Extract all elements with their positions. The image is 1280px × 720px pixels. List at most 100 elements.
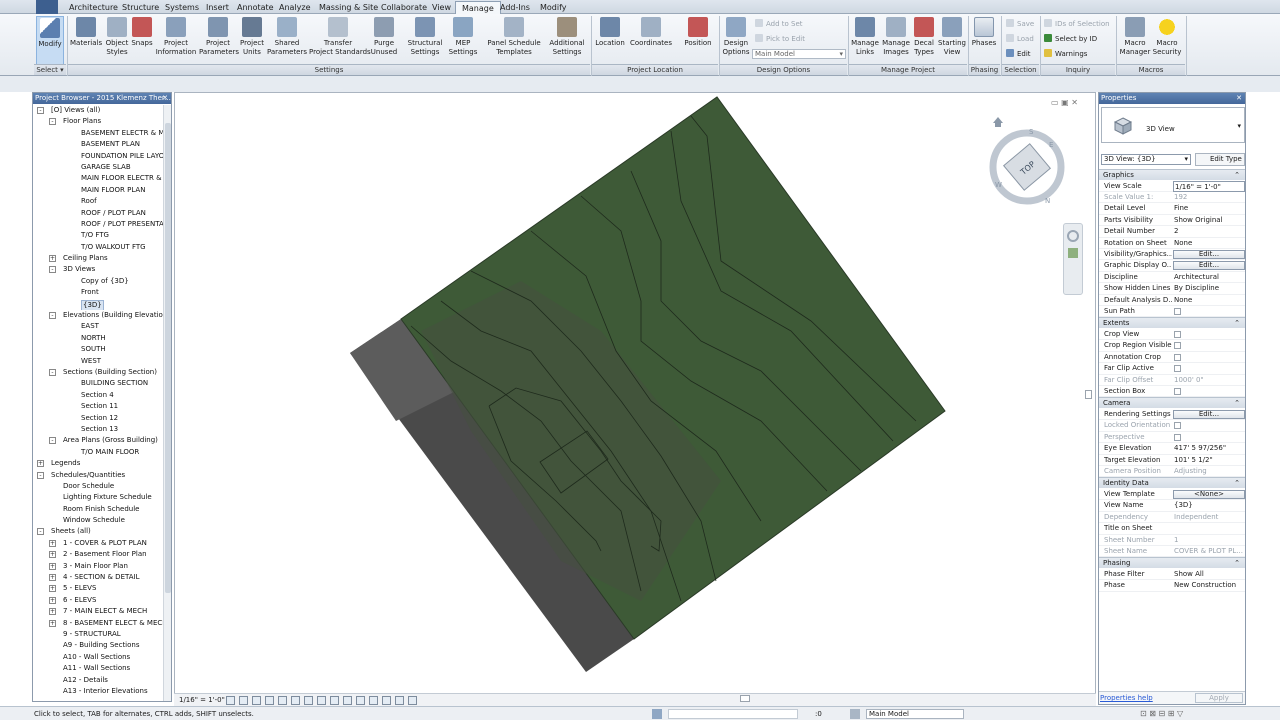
collapse-icon[interactable]: - bbox=[49, 118, 56, 126]
app-menu-button[interactable] bbox=[36, 0, 58, 14]
coordinates-button[interactable]: Coordinates bbox=[628, 16, 674, 66]
tree-item[interactable]: BASEMENT ELECTR & ME bbox=[33, 128, 164, 139]
view-scale-button[interactable]: 1/16" = 1'-0" bbox=[179, 696, 225, 704]
property-edit-button[interactable]: Edit... bbox=[1173, 410, 1245, 419]
additional-settings-button[interactable]: Additional Settings bbox=[546, 16, 588, 66]
view-window-controls[interactable]: ▭ ▣ ✕ bbox=[1051, 98, 1078, 107]
collapse-icon[interactable]: - bbox=[49, 312, 56, 320]
macro-security-button[interactable]: Macro Security bbox=[1152, 16, 1182, 66]
expand-icon[interactable]: + bbox=[49, 596, 56, 604]
tree-item[interactable]: -3D Views bbox=[33, 264, 164, 275]
collapse-icon[interactable]: - bbox=[37, 107, 44, 114]
property-value[interactable]: 2 bbox=[1174, 226, 1244, 237]
mep-settings-button[interactable]: MEP Settings bbox=[447, 16, 479, 66]
property-edit-button[interactable]: Edit... bbox=[1173, 261, 1245, 271]
property-group-identity-data[interactable]: Identity Data ⌃ bbox=[1099, 477, 1245, 489]
tree-item[interactable]: +7 - MAIN ELECT & MECH bbox=[33, 606, 164, 617]
tree-item[interactable]: + Ceiling Plans bbox=[33, 253, 164, 264]
collapse-icon[interactable]: - bbox=[49, 437, 56, 445]
tree-item[interactable]: Room Finish Schedule bbox=[33, 504, 164, 515]
hide-analytical-icon[interactable] bbox=[395, 696, 404, 705]
tree-item[interactable]: T/O WALKOUT FTG bbox=[33, 242, 164, 253]
tree-item[interactable]: A9 - Building Sections bbox=[33, 640, 164, 651]
collapse-icon[interactable]: ⌃ bbox=[1234, 398, 1240, 409]
expand-icon[interactable]: + bbox=[49, 574, 56, 582]
tree-item[interactable]: T/O MAIN FLOOR bbox=[33, 447, 164, 458]
collapse-icon[interactable]: - bbox=[37, 471, 44, 479]
tree-item[interactable]: + Legends bbox=[33, 458, 164, 469]
select-by-id-button[interactable]: Select by ID bbox=[1044, 34, 1097, 44]
structural-settings-button[interactable]: Structural Settings bbox=[405, 16, 445, 66]
tree-item[interactable]: BASEMENT PLAN bbox=[33, 139, 164, 150]
tree-item[interactable]: A12 - Details bbox=[33, 675, 164, 686]
property-value[interactable]: Show Original bbox=[1174, 215, 1244, 226]
view-vertical-scroll[interactable] bbox=[1085, 390, 1092, 399]
collapse-icon[interactable]: ⌃ bbox=[1234, 318, 1240, 329]
analysis-display-icon[interactable] bbox=[369, 696, 378, 705]
design-options-button[interactable]: Design Options bbox=[721, 16, 751, 66]
expand-icon[interactable]: + bbox=[49, 585, 56, 593]
materials-button[interactable]: Materials bbox=[70, 16, 102, 66]
collapse-icon[interactable]: - bbox=[49, 368, 56, 376]
3d-view-canvas[interactable]: TOP S E W N ▭ ▣ ✕ bbox=[174, 92, 1096, 705]
viewcube[interactable]: TOP S E W N bbox=[985, 107, 1075, 207]
tree-item[interactable]: - Area Plans (Gross Building) bbox=[33, 435, 164, 446]
type-selector[interactable]: 3D View ▾ bbox=[1101, 107, 1245, 143]
selection-filter-icons[interactable]: ⊡ ⊠ ⊟ ⊞ ▽ bbox=[1140, 709, 1183, 718]
property-group-extents[interactable]: Extents ⌃ bbox=[1099, 317, 1245, 329]
scrollbar-thumb[interactable] bbox=[165, 123, 171, 593]
collapse-icon[interactable]: - bbox=[49, 266, 56, 274]
globe-button[interactable]: Location bbox=[594, 16, 626, 66]
project-info-button[interactable]: Project Information bbox=[154, 16, 198, 66]
pick-to-edit-button[interactable]: Pick to Edit bbox=[755, 34, 805, 44]
tree-item[interactable]: Window Schedule bbox=[33, 515, 164, 526]
workset-icon[interactable] bbox=[408, 696, 417, 705]
tree-item[interactable]: GARAGE SLAB bbox=[33, 162, 164, 173]
render-icon[interactable] bbox=[278, 696, 287, 705]
tab-analyze[interactable]: Analyze bbox=[273, 1, 317, 14]
tree-item[interactable]: EAST bbox=[33, 321, 164, 332]
property-checkbox[interactable] bbox=[1174, 308, 1181, 315]
viewcube-top-face[interactable]: TOP bbox=[1002, 143, 1052, 191]
property-group-graphics[interactable]: Graphics ⌃ bbox=[1099, 169, 1245, 180]
tree-item[interactable]: MAIN FLOOR ELECTR & M bbox=[33, 173, 164, 184]
tree-item[interactable]: ROOF / PLOT PLAN bbox=[33, 208, 164, 219]
tab-collaborate[interactable]: Collaborate bbox=[375, 1, 433, 14]
collapse-icon[interactable]: - bbox=[37, 528, 44, 536]
tab-massing-site[interactable]: Massing & Site bbox=[313, 1, 384, 14]
tab-systems[interactable]: Systems bbox=[159, 1, 205, 14]
transfer-standards-button[interactable]: Transfer Project Standards bbox=[309, 16, 371, 66]
tree-item[interactable]: BUILDING SECTION bbox=[33, 378, 164, 389]
close-icon[interactable]: ✕ bbox=[162, 93, 168, 104]
position-button[interactable]: Position bbox=[680, 16, 716, 66]
property-checkbox[interactable] bbox=[1174, 353, 1181, 361]
tab-add-ins[interactable]: Add-Ins bbox=[494, 1, 536, 14]
property-group-camera[interactable]: Camera ⌃ bbox=[1099, 397, 1245, 409]
view-horizontal-scroll[interactable] bbox=[740, 695, 750, 702]
property-edit-button[interactable]: <None> bbox=[1173, 490, 1245, 499]
temporary-properties-icon[interactable] bbox=[356, 696, 365, 705]
tree-item[interactable]: +5 - ELEVS bbox=[33, 583, 164, 594]
project-units-button[interactable]: Project Units bbox=[239, 16, 265, 66]
property-value[interactable]: 101' 5 1/2" bbox=[1174, 455, 1244, 466]
worksets-icon[interactable] bbox=[652, 709, 662, 719]
tree-item[interactable]: {3D} bbox=[33, 299, 164, 311]
expand-icon[interactable]: + bbox=[37, 460, 44, 468]
macro-manager-button[interactable]: Macro Manager bbox=[1119, 16, 1151, 66]
detail-level-icon[interactable] bbox=[226, 696, 235, 705]
home-icon[interactable] bbox=[993, 117, 1003, 127]
shared-parameters-button[interactable]: Shared Parameters bbox=[266, 16, 308, 66]
property-edit-button[interactable]: Edit... bbox=[1173, 250, 1245, 259]
modify-button[interactable]: Modify bbox=[36, 16, 64, 66]
visual-style-icon[interactable] bbox=[239, 696, 248, 705]
instance-filter-select[interactable]: 3D View: {3D} ▾ bbox=[1101, 154, 1191, 165]
add-to-set-button[interactable]: Add to Set bbox=[755, 19, 803, 29]
links-button[interactable]: Manage Links bbox=[850, 16, 880, 66]
tree-item[interactable]: Door Schedule bbox=[33, 481, 164, 492]
design-options-icon[interactable] bbox=[850, 709, 860, 719]
tree-item[interactable]: WEST bbox=[33, 356, 164, 367]
tab-structure[interactable]: Structure bbox=[116, 1, 165, 14]
property-checkbox[interactable] bbox=[1174, 365, 1181, 373]
property-checkbox[interactable] bbox=[1174, 388, 1181, 395]
ids-of-selection-button[interactable]: IDs of Selection bbox=[1044, 19, 1110, 29]
